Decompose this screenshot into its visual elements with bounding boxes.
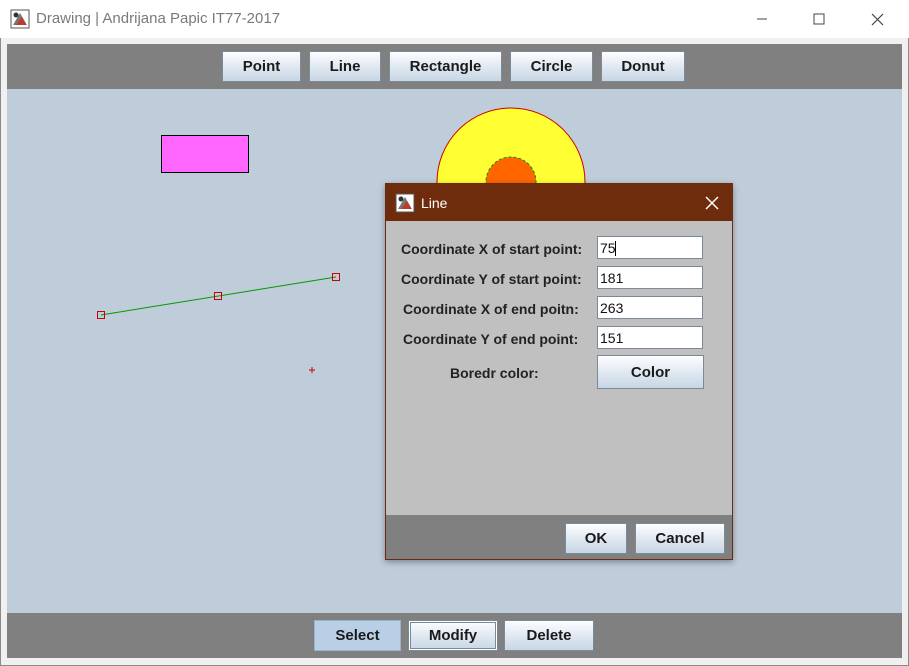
rectangle-button[interactable]: Rectangle [389, 51, 502, 82]
window-title: Drawing | Andrijana Papic IT77-2017 [36, 10, 281, 27]
select-button[interactable]: Select [314, 620, 401, 651]
cancel-button[interactable]: Cancel [635, 523, 725, 554]
line-shape[interactable] [97, 273, 340, 319]
maximize-icon [813, 13, 825, 25]
shape-toolbar: Point Line Rectangle Circle Donut [7, 44, 902, 89]
minimize-icon [757, 18, 767, 20]
dialog-title: Line [421, 195, 448, 211]
app-drawing-icon [395, 193, 415, 213]
color-button[interactable]: Color [597, 355, 704, 389]
start-x-input[interactable] [597, 236, 703, 259]
text-caret [615, 241, 616, 256]
point-button[interactable]: Point [222, 51, 301, 82]
end-x-label: Coordinate X of end poitn: [403, 301, 579, 317]
line-button[interactable]: Line [309, 51, 381, 82]
title-bar: Drawing | Andrijana Papic IT77-2017 [0, 0, 909, 38]
circle-button[interactable]: Circle [510, 51, 593, 82]
dialog-button-bar: OK Cancel [386, 515, 732, 559]
start-y-input[interactable] [597, 266, 703, 289]
dialog-title-bar: Line [386, 184, 732, 221]
close-icon[interactable] [702, 193, 722, 213]
modify-button[interactable]: Modify [408, 620, 498, 651]
start-y-label: Coordinate Y of start point: [401, 271, 582, 287]
point-shape[interactable] [309, 367, 315, 373]
delete-button[interactable]: Delete [504, 620, 594, 651]
ok-button[interactable]: OK [565, 523, 627, 554]
end-y-input[interactable] [597, 326, 703, 349]
action-toolbar: Select Modify Delete [7, 613, 902, 658]
start-x-label: Coordinate X of start point: [401, 241, 583, 257]
border-color-label: Boredr color: [450, 365, 539, 381]
maximize-button[interactable] [790, 0, 848, 38]
close-icon [871, 13, 883, 25]
app-drawing-icon [10, 9, 30, 29]
close-button[interactable] [848, 0, 906, 38]
minimize-button[interactable] [733, 0, 791, 38]
end-x-input[interactable] [597, 296, 703, 319]
end-y-label: Coordinate Y of end point: [403, 331, 579, 347]
rectangle-shape[interactable] [161, 135, 249, 173]
line-dialog: Line Coordinate X of start point: Coordi… [385, 183, 733, 560]
donut-button[interactable]: Donut [601, 51, 685, 82]
